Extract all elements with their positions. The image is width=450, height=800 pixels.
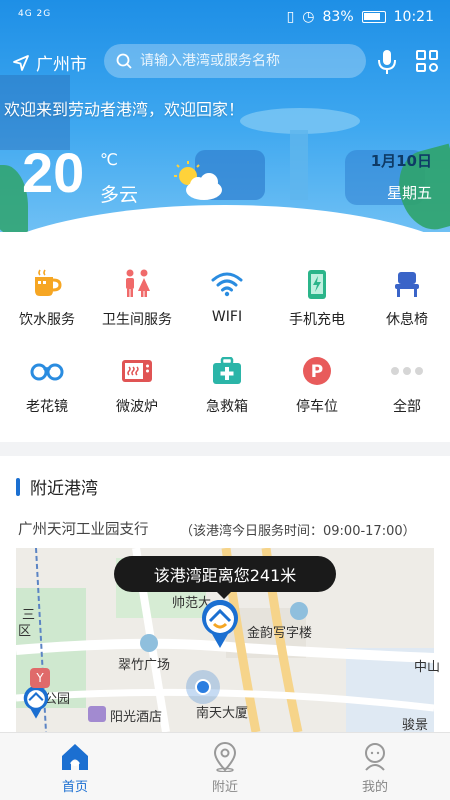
service-glasses[interactable]: 老花镜: [2, 354, 92, 416]
weather-condition: 多云: [100, 184, 139, 206]
section-title: 附近港湾: [30, 479, 98, 499]
building-poi-icon: [140, 634, 158, 652]
map-label: 阳光酒店: [110, 710, 163, 725]
search-icon: [116, 53, 132, 69]
clock: 10:21: [393, 9, 434, 25]
wifi-icon: [211, 272, 243, 297]
service-water[interactable]: 饮水服务: [2, 267, 92, 329]
user-location-icon: [186, 670, 220, 704]
section-accent-bar: [16, 477, 20, 496]
status-bar: 4G 2G ▯ ◷ 83% 10:21: [0, 0, 450, 36]
service-chair[interactable]: 休息椅: [362, 267, 450, 329]
services-panel: 饮水服务 卫生间服务 WIFI 手机充电 休息椅 老花镜 微波炉 急救箱 P 停…: [0, 232, 450, 442]
tab-nearby[interactable]: 附近: [185, 741, 265, 795]
menu-grid-icon[interactable]: [416, 50, 438, 72]
service-label: 老花镜: [26, 399, 68, 415]
hotel-poi-icon: [88, 706, 106, 722]
station-marker-icon[interactable]: [22, 686, 50, 720]
first-aid-icon: [213, 357, 241, 384]
navigation-arrow-icon: [13, 54, 29, 71]
map-label: 南天大厦: [196, 706, 249, 721]
map-label: 中山: [414, 660, 441, 675]
welcome-message: 欢迎来到劳动者港湾，欢迎回家！: [4, 100, 245, 119]
tab-home[interactable]: 首页: [35, 741, 115, 795]
parking-icon: P: [303, 357, 331, 385]
service-label: 全部: [393, 399, 421, 415]
phone-charge-icon: [308, 270, 326, 299]
chair-icon: [395, 272, 419, 297]
service-hours: （该港湾今日服务时间：09:00-17:00）: [180, 524, 416, 539]
battery-icon: [361, 11, 386, 23]
profile-icon: [365, 743, 385, 771]
battery-percent: 83%: [322, 9, 354, 25]
tab-label: 首页: [61, 780, 88, 795]
station-marker-icon[interactable]: [200, 600, 240, 650]
map-label: 翠竹广场: [118, 658, 171, 673]
tab-label: 附近: [211, 780, 238, 795]
water-cup-icon: [35, 269, 62, 296]
building-poi-icon: [290, 602, 308, 620]
service-label: 休息椅: [386, 312, 428, 328]
microwave-icon: [122, 360, 152, 382]
map-label: 金韵写字楼: [247, 626, 313, 641]
tab-label: 我的: [361, 780, 388, 795]
home-icon: [62, 744, 88, 770]
temperature: 20: [22, 141, 85, 204]
service-parking[interactable]: P 停车位: [272, 354, 362, 416]
service-label: 饮水服务: [19, 312, 75, 328]
station-name[interactable]: 广州天河工业园支行: [18, 518, 149, 539]
search-input[interactable]: [140, 53, 355, 69]
service-label: 急救箱: [206, 399, 248, 415]
weekday: 星期五: [386, 184, 432, 202]
microphone-icon[interactable]: [376, 48, 398, 76]
temperature-unit: ℃: [100, 150, 118, 169]
location-icon: [213, 742, 237, 772]
partly-cloudy-icon: [174, 161, 222, 200]
service-label: 停车位: [296, 399, 338, 415]
distance-tooltip: 该港湾距离您241米: [114, 556, 336, 599]
search-bar[interactable]: [104, 44, 366, 78]
date: 1月10日: [370, 152, 432, 170]
more-icon: [391, 367, 423, 375]
map-label: 区: [18, 624, 32, 639]
service-microwave[interactable]: 微波炉: [92, 354, 182, 416]
section-header: 附近港湾: [16, 474, 98, 499]
vibrate-icon: ▯: [286, 9, 295, 25]
service-label: 微波炉: [116, 399, 158, 415]
service-label: WIFI: [211, 309, 243, 325]
decoration-table-leg: [290, 130, 308, 200]
restroom-icon: [126, 269, 150, 297]
service-wifi[interactable]: WIFI: [182, 267, 272, 325]
service-restroom[interactable]: 卫生间服务: [92, 267, 182, 329]
alarm-icon: ◷: [302, 9, 315, 25]
glasses-icon: [30, 363, 64, 381]
map-label: 骏景: [402, 718, 429, 733]
hero-curve: [0, 205, 450, 232]
service-label: 卫生间服务: [102, 312, 172, 328]
tab-profile[interactable]: 我的: [335, 741, 415, 795]
service-all[interactable]: 全部: [362, 354, 450, 416]
service-charging[interactable]: 手机充电: [272, 267, 362, 329]
city-selector[interactable]: 广州市: [12, 50, 87, 75]
service-label: 手机充电: [289, 312, 345, 328]
svg-text:P: P: [311, 362, 323, 382]
service-firstaid[interactable]: 急救箱: [182, 354, 272, 416]
city-label: 广州市: [36, 55, 87, 75]
signal-indicator: 4G 2G: [18, 9, 52, 19]
bottom-tab-bar: 首页 附近 我的: [0, 732, 450, 800]
mcdonalds-poi-icon: Y: [30, 668, 50, 688]
